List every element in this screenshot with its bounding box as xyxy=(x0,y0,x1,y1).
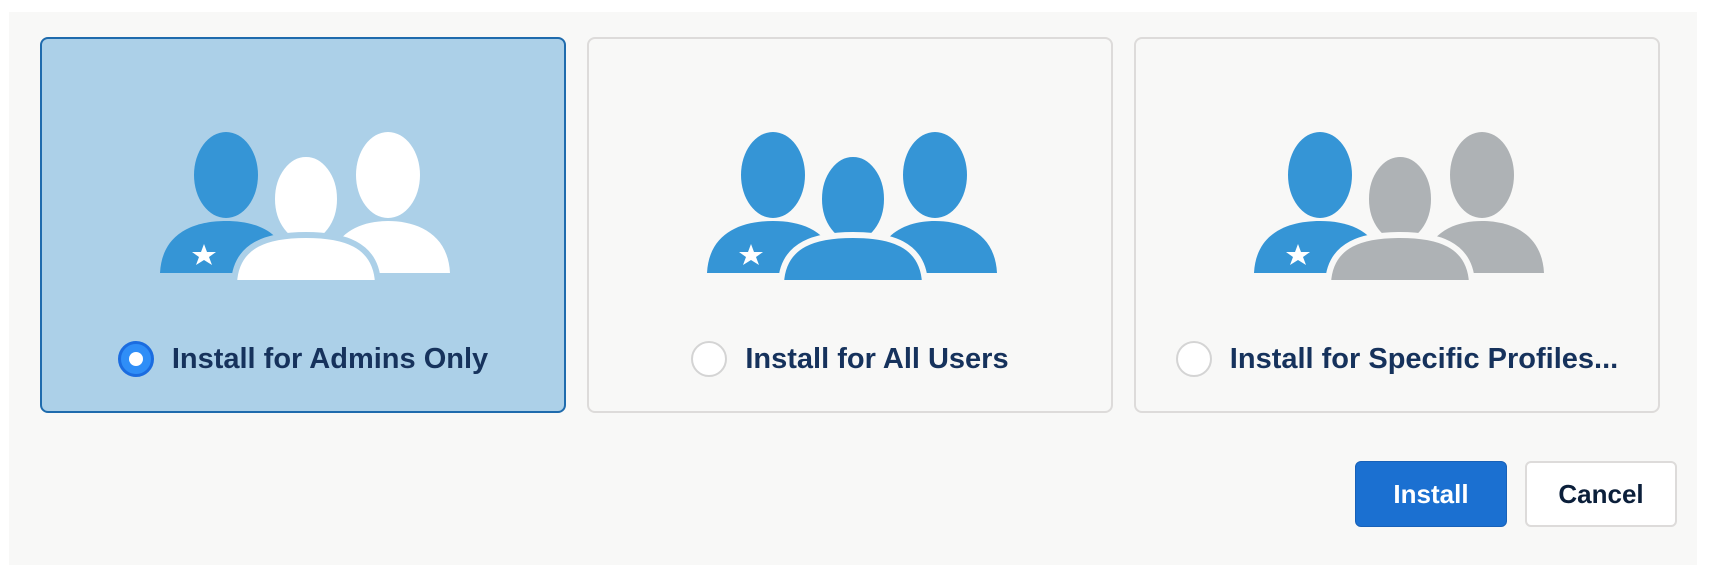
radio-selected-dot xyxy=(128,352,143,366)
option-row[interactable]: Install for All Users xyxy=(589,337,1111,381)
option-card-all-users[interactable]: Install for All Users xyxy=(587,37,1113,413)
option-card-admins-only[interactable]: Install for Admins Only xyxy=(40,37,566,413)
option-row[interactable]: Install for Admins Only xyxy=(42,337,564,381)
option-label-specific-profiles: Install for Specific Profiles... xyxy=(1229,342,1619,375)
users-admin-only-icon xyxy=(160,132,450,283)
cancel-button[interactable]: Cancel xyxy=(1525,461,1677,527)
option-label-admins-only: Install for Admins Only xyxy=(171,342,489,375)
option-row[interactable]: Install for Specific Profiles... xyxy=(1136,337,1658,381)
radio-admins-only[interactable] xyxy=(117,341,154,377)
radio-all-users[interactable] xyxy=(691,341,728,377)
install-button[interactable]: Install xyxy=(1355,461,1507,527)
option-label-all-users: Install for All Users xyxy=(745,342,1009,375)
users-specific-profiles-icon xyxy=(1254,132,1544,283)
option-card-specific-profiles[interactable]: Install for Specific Profiles... xyxy=(1134,37,1660,413)
users-all-icon xyxy=(707,132,997,283)
radio-specific-profiles[interactable] xyxy=(1175,341,1212,377)
